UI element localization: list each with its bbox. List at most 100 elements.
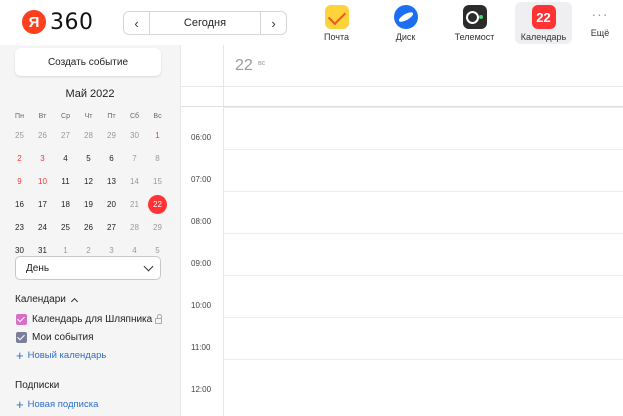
yandex-360-logo[interactable]: Я 360: [22, 10, 94, 35]
day-label: 28: [130, 223, 139, 232]
mini-calendar-day[interactable]: 10: [31, 170, 54, 193]
mini-calendar-day[interactable]: 12: [77, 170, 100, 193]
mini-calendar-day[interactable]: 7: [123, 147, 146, 170]
mini-calendar-day[interactable]: 5: [77, 147, 100, 170]
new-subscription-label: Новая подписка: [27, 399, 99, 410]
hour-slot[interactable]: 11:00: [181, 317, 623, 359]
mini-calendar-day-selected[interactable]: 22: [146, 193, 169, 216]
plus-icon: +: [16, 347, 24, 363]
mini-calendar-day[interactable]: 15: [146, 170, 169, 193]
new-subscription-link[interactable]: + Новая подписка: [16, 398, 99, 411]
day-label: 11: [61, 177, 70, 186]
today-button[interactable]: Сегодня: [150, 12, 260, 34]
day-label: 2: [86, 246, 91, 255]
day-label: 1: [63, 246, 68, 255]
hour-label: 11:00: [191, 343, 211, 352]
mini-calendar-day[interactable]: 26: [31, 124, 54, 147]
telemost-icon: [462, 5, 487, 29]
mini-calendar-day[interactable]: 20: [100, 193, 123, 216]
mini-calendar-day[interactable]: 23: [8, 216, 31, 239]
disk-icon: [393, 5, 418, 29]
weekday-header: Чт: [84, 113, 93, 120]
mini-calendar-day[interactable]: 19: [77, 193, 100, 216]
mini-calendar-day[interactable]: 24: [31, 216, 54, 239]
hour-divider: [223, 359, 623, 360]
hour-divider: [223, 233, 623, 234]
hour-slot[interactable]: 06:00: [181, 107, 623, 149]
app-telemost[interactable]: Телемост: [446, 2, 503, 44]
day-label: 30: [130, 131, 139, 140]
hour-slot[interactable]: 10:00: [181, 275, 623, 317]
hour-divider: [223, 107, 623, 108]
mini-calendar-day[interactable]: 25: [8, 124, 31, 147]
calendar-checkbox[interactable]: [16, 314, 27, 325]
day-label: 5: [155, 246, 160, 255]
day-label: 17: [38, 200, 47, 209]
hour-divider: [223, 149, 623, 150]
day-label: 31: [38, 246, 47, 255]
mini-calendar-day[interactable]: 30: [123, 124, 146, 147]
day-number[interactable]: 22: [235, 57, 253, 75]
new-calendar-link[interactable]: + Новый календарь: [16, 347, 107, 363]
day-label: 10: [38, 177, 47, 186]
hour-divider: [223, 317, 623, 318]
mini-calendar-day[interactable]: 2: [8, 147, 31, 170]
calendar-item-my-events[interactable]: Мои события: [16, 332, 94, 343]
mini-calendar-day[interactable]: 29: [100, 124, 123, 147]
mini-calendar-day[interactable]: 28: [77, 124, 100, 147]
mini-calendar-day[interactable]: 9: [8, 170, 31, 193]
day-label: 30: [15, 246, 24, 255]
subscriptions-section-title: Подписки: [15, 380, 59, 391]
calendar-item-label: Мои события: [32, 332, 94, 343]
new-calendar-label: Новый календарь: [27, 350, 107, 361]
day-label: 6: [109, 154, 114, 163]
all-day-row[interactable]: [181, 87, 623, 107]
mini-calendar-day[interactable]: 8: [146, 147, 169, 170]
lock-icon: [155, 314, 163, 324]
next-day-button[interactable]: ›: [260, 12, 286, 34]
view-mode-select[interactable]: День: [15, 256, 161, 280]
more-label: Ещё: [590, 28, 610, 38]
mini-calendar-day[interactable]: 26: [77, 216, 100, 239]
mini-calendar-day[interactable]: 16: [8, 193, 31, 216]
mini-calendar-day[interactable]: 27: [100, 216, 123, 239]
hour-slot[interactable]: 07:00: [181, 149, 623, 191]
mini-calendar-day[interactable]: 21: [123, 193, 146, 216]
top-bar: Я 360 ‹ Сегодня › Почта Диск Телемост 22…: [0, 0, 623, 45]
mini-calendar-day[interactable]: 3: [31, 147, 54, 170]
calendar-item-hatter[interactable]: Календарь для Шляпника: [16, 314, 163, 325]
day-label: 3: [40, 154, 45, 163]
hour-label: 10:00: [191, 301, 212, 310]
create-event-button[interactable]: Создать событие: [15, 48, 161, 76]
mini-calendar-day[interactable]: 4: [54, 147, 77, 170]
mini-calendar-day[interactable]: 27: [54, 124, 77, 147]
app-calendar[interactable]: 22 Календарь: [515, 2, 572, 44]
app-disk-label: Диск: [395, 32, 416, 42]
mini-calendar-day[interactable]: 29: [146, 216, 169, 239]
mini-calendar-day[interactable]: 11: [54, 170, 77, 193]
day-label: 20: [107, 200, 116, 209]
mini-calendar-day[interactable]: 18: [54, 193, 77, 216]
mini-calendar-day[interactable]: 25: [54, 216, 77, 239]
calendar-item-label: Календарь для Шляпника: [32, 314, 153, 325]
calendar-checkbox[interactable]: [16, 332, 27, 343]
day-label: 26: [38, 131, 47, 140]
mini-calendar-day[interactable]: 17: [31, 193, 54, 216]
app-mail[interactable]: Почта: [308, 2, 365, 44]
day-label: 3: [109, 246, 114, 255]
mini-calendar-day[interactable]: 28: [123, 216, 146, 239]
mini-calendar-day[interactable]: 6: [100, 147, 123, 170]
mini-calendar-day[interactable]: 14: [123, 170, 146, 193]
mini-calendar-day[interactable]: 13: [100, 170, 123, 193]
hour-slot[interactable]: 09:00: [181, 233, 623, 275]
hour-slot[interactable]: 12:00: [181, 359, 623, 401]
day-label: 14: [130, 177, 139, 186]
weekday-header: Вс: [153, 113, 162, 120]
day-label: 21: [130, 200, 139, 209]
more-services-button[interactable]: ··· Ещё: [583, 2, 617, 44]
mini-calendar-day[interactable]: 1: [146, 124, 169, 147]
prev-day-button[interactable]: ‹: [124, 12, 150, 34]
app-disk[interactable]: Диск: [377, 2, 434, 44]
hour-slot[interactable]: 08:00: [181, 191, 623, 233]
calendars-section-toggle[interactable]: Календари: [15, 294, 78, 305]
